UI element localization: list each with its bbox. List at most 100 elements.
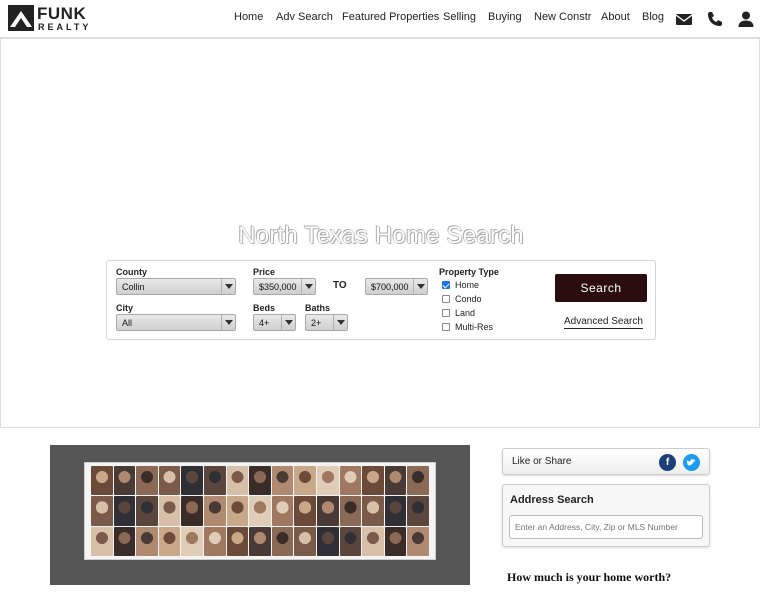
- home-worth-heading: How much is your home worth?: [507, 570, 672, 584]
- agent-photo-tile: [181, 496, 203, 526]
- agent-photo-tile: [362, 466, 384, 496]
- price-min-select[interactable]: $350,000: [253, 278, 316, 295]
- nav-selling[interactable]: Selling: [443, 11, 476, 23]
- hero-title: North Texas Home Search: [238, 222, 524, 249]
- home-search-form: County Collin City All Price $350,000 TO…: [106, 260, 656, 340]
- agent-photo-tile: [294, 496, 316, 526]
- agent-photo-tile: [113, 496, 136, 526]
- land-checkbox-label: Land: [455, 308, 476, 318]
- agent-photo-tile: [204, 466, 226, 496]
- price-to-label: TO: [333, 280, 347, 291]
- agent-photo-tile: [317, 526, 339, 556]
- agent-photo-tile: [317, 466, 339, 496]
- agent-photo-tile: [136, 526, 158, 556]
- address-search-title: Address Search: [510, 494, 594, 506]
- county-label: County: [116, 267, 147, 277]
- multi-res-checkbox-label: Multi-Res: [455, 322, 494, 332]
- condo-checkbox[interactable]: [442, 295, 450, 303]
- like-or-share-bar: Like or Share f: [502, 448, 710, 475]
- site-header: FUNK REALTY Home Adv Search Featured Pro…: [0, 0, 760, 38]
- address-search-widget: Address Search: [502, 484, 710, 547]
- like-or-share-label: Like or Share: [512, 456, 572, 467]
- baths-select[interactable]: 2+: [305, 314, 348, 331]
- twitter-icon[interactable]: [683, 454, 700, 471]
- beds-label: Beds: [253, 303, 276, 313]
- chevron-down-icon: [413, 279, 427, 294]
- agent-photo-tile: [317, 496, 339, 526]
- city-label: City: [116, 303, 134, 313]
- agent-photo-tile: [113, 526, 136, 556]
- phone-icon[interactable]: [706, 10, 724, 28]
- condo-checkbox-label: Condo: [455, 294, 482, 304]
- nav-blog[interactable]: Blog: [642, 11, 664, 23]
- agent-photo-tile: [91, 466, 113, 496]
- agent-photo-tile: [249, 526, 271, 556]
- agent-photo-tile: [204, 496, 226, 526]
- nav-featured-properties[interactable]: Featured Properties: [342, 11, 439, 23]
- address-search-input[interactable]: [509, 515, 703, 539]
- advanced-search-link[interactable]: Advanced Search: [564, 316, 643, 329]
- city-value: All: [122, 318, 133, 328]
- envelope-icon[interactable]: [675, 10, 693, 28]
- agent-photo-tile: [158, 526, 181, 556]
- property-type-label: Property Type: [439, 267, 499, 277]
- land-checkbox[interactable]: [442, 309, 450, 317]
- agent-photo-tile: [136, 466, 158, 496]
- agent-photo-panel: [50, 445, 470, 585]
- agent-photo-tile: [158, 466, 181, 496]
- price-min-value: $350,000: [259, 282, 297, 292]
- price-max-select[interactable]: $700,000: [365, 278, 428, 295]
- agent-photo-tile: [339, 526, 362, 556]
- agent-photo-tile: [294, 526, 316, 556]
- chevron-down-icon: [301, 279, 315, 294]
- agent-photo-tile: [362, 526, 384, 556]
- agent-photo-tile: [181, 526, 203, 556]
- hero-section: North Texas Home Search County Collin Ci…: [0, 38, 760, 428]
- nav-home[interactable]: Home: [234, 11, 263, 23]
- main-nav: Home Adv Search Featured Properties Sell…: [0, 11, 760, 27]
- agent-photo-tile: [249, 496, 271, 526]
- agent-photo-tile: [271, 526, 294, 556]
- agent-photo-tile: [339, 496, 362, 526]
- county-value: Collin: [122, 282, 145, 292]
- agent-photo-tile: [407, 496, 429, 526]
- baths-value: 2+: [311, 318, 322, 328]
- price-max-value: $700,000: [371, 282, 409, 292]
- agent-photo-tile: [294, 466, 316, 496]
- facebook-icon[interactable]: f: [659, 454, 676, 471]
- nav-about[interactable]: About: [601, 11, 630, 23]
- search-button[interactable]: Search: [555, 274, 647, 302]
- agent-photo-tile: [226, 496, 249, 526]
- agent-photo-tile: [407, 466, 429, 496]
- agent-photo-tile: [91, 526, 113, 556]
- agent-photo-tile: [136, 496, 158, 526]
- chevron-down-icon: [221, 279, 235, 294]
- agent-photo-tile: [407, 526, 429, 556]
- agent-photo-tile: [339, 466, 362, 496]
- agent-photo-tile: [271, 466, 294, 496]
- nav-adv-search[interactable]: Adv Search: [276, 11, 333, 23]
- twitter-bird-icon: [686, 459, 696, 466]
- agent-photo-tile: [204, 526, 226, 556]
- agent-photo-tile: [384, 496, 407, 526]
- price-label: Price: [253, 267, 276, 277]
- home-checkbox-label: Home: [455, 280, 480, 290]
- baths-label: Baths: [305, 303, 331, 313]
- nav-buying[interactable]: Buying: [488, 11, 522, 23]
- agent-photo-tile: [271, 496, 294, 526]
- agent-photo-collage[interactable]: [84, 462, 436, 560]
- agent-photo-tile: [158, 496, 181, 526]
- multi-res-checkbox[interactable]: [442, 323, 450, 331]
- beds-select[interactable]: 4+: [253, 314, 296, 331]
- county-select[interactable]: Collin: [116, 278, 236, 295]
- user-icon[interactable]: [737, 10, 755, 28]
- home-checkbox[interactable]: [442, 281, 450, 289]
- agent-photo-tile: [91, 496, 113, 526]
- chevron-down-icon: [281, 315, 295, 330]
- city-select[interactable]: All: [116, 314, 236, 331]
- nav-new-constr[interactable]: New Constr: [534, 11, 591, 23]
- agent-photo-tile: [226, 526, 249, 556]
- chevron-down-icon: [333, 315, 347, 330]
- agent-photo-tile: [181, 466, 203, 496]
- agent-photo-tile: [384, 466, 407, 496]
